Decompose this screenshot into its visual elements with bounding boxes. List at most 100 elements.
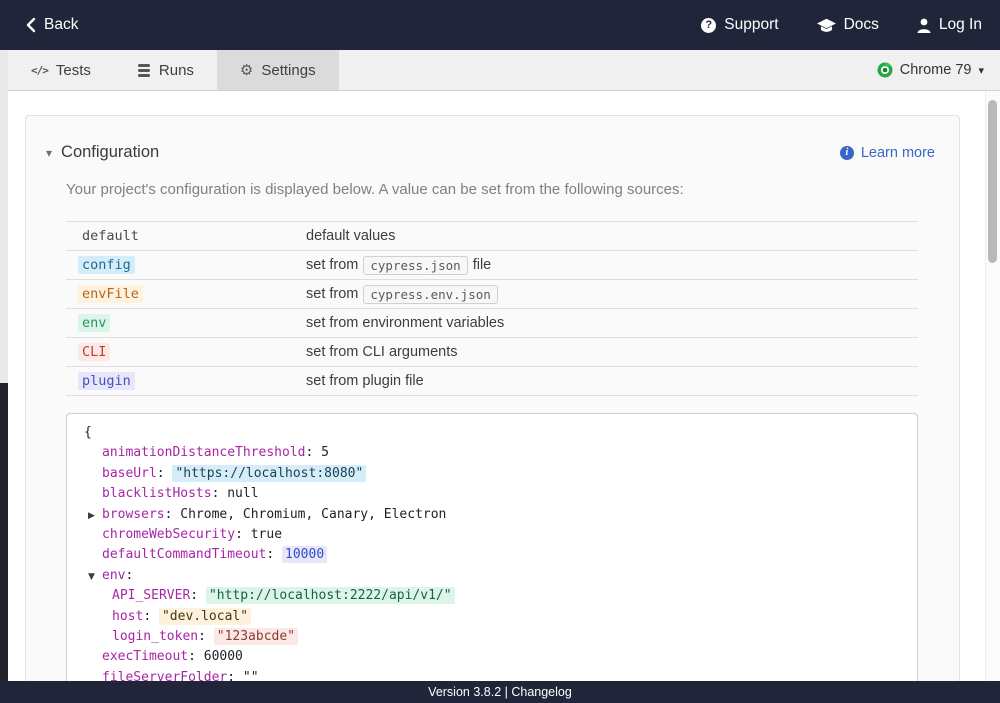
code-icon: </> bbox=[31, 64, 48, 77]
code-value: "" bbox=[243, 670, 259, 681]
learn-more-label: Learn more bbox=[861, 145, 935, 161]
source-key: default bbox=[78, 227, 143, 245]
tab-tests[interactable]: </> Tests bbox=[8, 50, 114, 90]
code-key: animationDistanceThreshold bbox=[102, 445, 306, 460]
code-line: API_SERVER: "http://localhost:2222/api/v… bbox=[84, 586, 917, 606]
code-line: chromeWebSecurity: true bbox=[84, 525, 917, 545]
configuration-toggle[interactable]: ▾ Configuration bbox=[46, 143, 159, 162]
docs-label: Docs bbox=[844, 16, 879, 34]
config-code-block: {animationDistanceThreshold: 5baseUrl: "… bbox=[66, 413, 918, 681]
code-line: ▼env: bbox=[84, 566, 917, 586]
code-value: 60000 bbox=[204, 649, 243, 664]
code-line: defaultCommandTimeout: 10000 bbox=[84, 545, 917, 565]
question-circle-icon: ? bbox=[701, 18, 716, 33]
section-description: Your project's configuration is displaye… bbox=[66, 181, 959, 198]
code-value: "123abcde" bbox=[214, 628, 298, 645]
user-icon bbox=[917, 18, 931, 33]
table-row: envFile set from cypress.env.json bbox=[66, 279, 918, 308]
configuration-card: ▾ Configuration i Learn more Your projec… bbox=[25, 115, 960, 681]
chevron-down-icon: ▾ bbox=[978, 64, 984, 77]
table-row: env set from environment variables bbox=[66, 308, 918, 337]
source-description: set from environment variables bbox=[306, 315, 504, 331]
table-row: pluginset from plugin file bbox=[66, 366, 918, 395]
app-footer: Version 3.8.2 | Changelog bbox=[0, 681, 1000, 703]
code-value: true bbox=[251, 527, 282, 542]
code-value: null bbox=[227, 486, 258, 501]
browser-label: Chrome 79 bbox=[900, 62, 972, 78]
support-label: Support bbox=[724, 16, 778, 34]
filename-chip: cypress.env.json bbox=[363, 285, 497, 304]
stack-icon bbox=[137, 64, 151, 77]
table-row: default default values bbox=[66, 221, 918, 250]
chevron-left-icon bbox=[26, 17, 36, 33]
background-window-sliver-bottom bbox=[0, 383, 8, 681]
caret-collapsed-icon[interactable]: ▶ bbox=[88, 506, 95, 526]
browser-dropdown[interactable]: Chrome 79 ▾ bbox=[861, 50, 1000, 90]
code-line: ▶browsers: Chrome, Chromium, Canary, Ele… bbox=[84, 505, 917, 525]
source-description: set from cypress.json file bbox=[306, 256, 491, 275]
changelog-link[interactable]: Changelog bbox=[511, 685, 571, 699]
back-label: Back bbox=[44, 16, 78, 34]
caret-down-icon: ▾ bbox=[46, 146, 52, 160]
tab-runs[interactable]: Runs bbox=[114, 50, 217, 90]
code-value: "http://localhost:2222/api/v1/" bbox=[206, 587, 455, 604]
graduation-cap-icon bbox=[817, 18, 836, 33]
background-window-sliver-top bbox=[0, 50, 8, 383]
code-value: 10000 bbox=[282, 546, 327, 563]
code-key: fileServerFolder bbox=[102, 670, 227, 681]
scrollbar-thumb[interactable] bbox=[988, 100, 997, 263]
source-key-cell: config bbox=[66, 256, 306, 274]
code-line: host: "dev.local" bbox=[84, 607, 917, 627]
source-key: config bbox=[78, 256, 135, 274]
caret-expanded-icon[interactable]: ▼ bbox=[88, 567, 95, 587]
app-header: Back ? Support Docs Log In bbox=[0, 0, 1000, 50]
code-key: browsers bbox=[102, 507, 165, 522]
code-value: Chrome, Chromium, Canary, Electron bbox=[180, 507, 446, 522]
section-title: Configuration bbox=[61, 143, 159, 162]
code-key: defaultCommandTimeout bbox=[102, 547, 266, 562]
scrollbar-track[interactable] bbox=[985, 91, 1000, 681]
tab-runs-label: Runs bbox=[159, 62, 194, 79]
support-link[interactable]: ? Support bbox=[701, 16, 778, 34]
code-line: { bbox=[84, 423, 917, 443]
back-button[interactable]: Back bbox=[26, 16, 78, 34]
footer-separator: | bbox=[501, 685, 511, 699]
source-key: env bbox=[78, 314, 110, 332]
login-link[interactable]: Log In bbox=[917, 16, 982, 34]
code-key: host bbox=[112, 609, 143, 624]
source-key: CLI bbox=[78, 343, 110, 361]
gear-icon: ⚙ bbox=[240, 63, 253, 78]
chrome-icon bbox=[877, 62, 893, 78]
code-key: API_SERVER bbox=[112, 588, 190, 603]
source-description: default values bbox=[306, 228, 395, 244]
source-description: set from plugin file bbox=[306, 373, 424, 389]
source-key-cell: envFile bbox=[66, 285, 306, 303]
code-value: 5 bbox=[321, 445, 329, 460]
source-description: set from CLI arguments bbox=[306, 344, 458, 360]
tab-settings[interactable]: ⚙ Settings bbox=[217, 50, 339, 90]
code-line: login_token: "123abcde" bbox=[84, 627, 917, 647]
header-nav: ? Support Docs Log In bbox=[701, 16, 982, 34]
table-row: config set from cypress.json file bbox=[66, 250, 918, 279]
code-key: execTimeout bbox=[102, 649, 188, 664]
tab-settings-label: Settings bbox=[261, 62, 315, 79]
docs-link[interactable]: Docs bbox=[817, 16, 879, 34]
code-line: execTimeout: 60000 bbox=[84, 647, 917, 667]
code-key: baseUrl bbox=[102, 466, 157, 481]
info-icon: i bbox=[840, 146, 854, 160]
code-line: baseUrl: "https://localhost:8080" bbox=[84, 464, 917, 484]
source-key-cell: default bbox=[66, 227, 306, 245]
settings-page: ▾ Configuration i Learn more Your projec… bbox=[8, 91, 1000, 681]
source-description: set from cypress.env.json bbox=[306, 285, 498, 304]
code-key: env bbox=[102, 568, 125, 583]
tab-bar: </> Tests Runs ⚙ Settings Chrome 79 ▾ bbox=[8, 50, 1000, 91]
login-label: Log In bbox=[939, 16, 982, 34]
code-value: "https://localhost:8080" bbox=[172, 465, 366, 482]
version-label: Version 3.8.2 bbox=[428, 685, 501, 699]
source-key-cell: env bbox=[66, 314, 306, 332]
source-key-cell: plugin bbox=[66, 372, 306, 390]
tab-tests-label: Tests bbox=[56, 62, 91, 79]
code-line: animationDistanceThreshold: 5 bbox=[84, 443, 917, 463]
source-key: envFile bbox=[78, 285, 143, 303]
learn-more-link[interactable]: i Learn more bbox=[840, 145, 935, 161]
